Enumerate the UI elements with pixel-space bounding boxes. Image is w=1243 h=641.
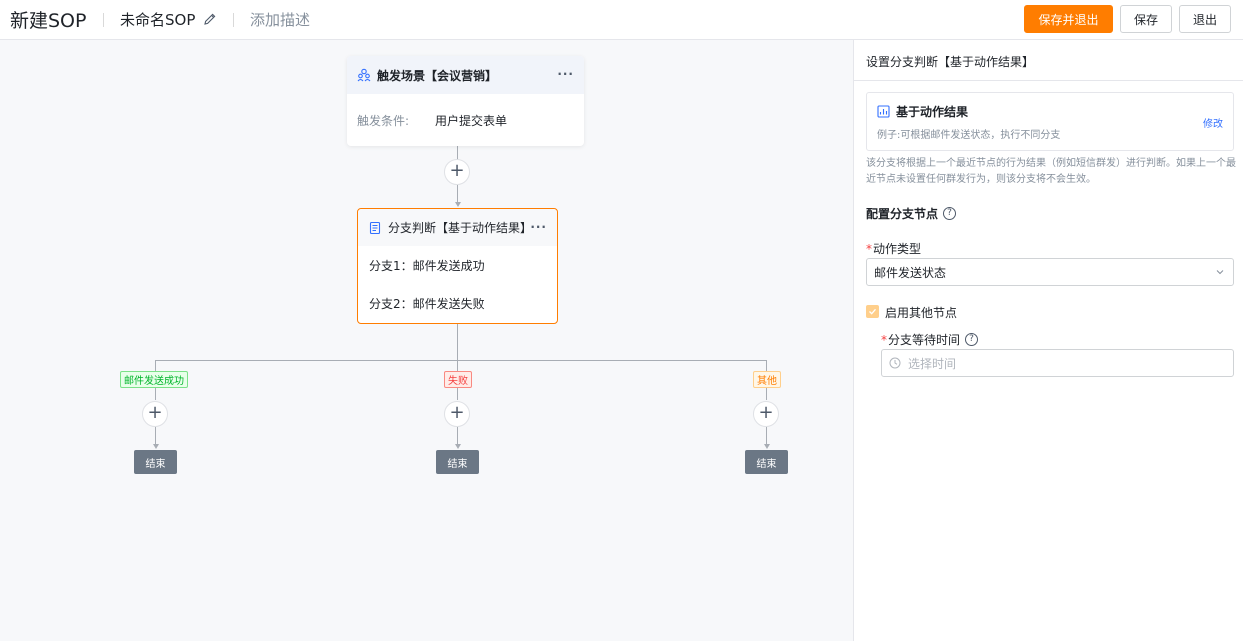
branch-node[interactable]: 分支判断【基于动作结果】 ··· 分支1：邮件发送成功 分支2：邮件发送失败 xyxy=(357,208,558,324)
branch-node-header: 分支判断【基于动作结果】 ··· xyxy=(358,209,557,246)
required-asterisk: * xyxy=(881,332,887,347)
action-type-label-text: 动作类型 xyxy=(873,242,922,256)
wait-time-label: * 分支等待时间 ? xyxy=(881,331,979,348)
branch-tag-success: 邮件发送成功 xyxy=(120,371,188,388)
save-and-exit-button[interactable]: 保存并退出 xyxy=(1024,5,1113,33)
plus-icon: + xyxy=(449,402,465,423)
card-subtitle: 例子:可根据邮件发送状态，执行不同分支 xyxy=(877,130,1061,141)
divider xyxy=(854,80,1243,81)
card-title: 基于动作结果 xyxy=(896,105,969,119)
plus-icon: + xyxy=(449,160,465,181)
section-title: 配置分支节点 ? xyxy=(866,205,957,222)
enable-other-checkbox[interactable] xyxy=(866,305,879,318)
panel-title: 设置分支判断【基于动作结果】 xyxy=(866,55,1035,69)
check-icon xyxy=(869,308,876,315)
plus-icon: + xyxy=(758,402,774,423)
help-icon[interactable]: ? xyxy=(965,333,979,346)
wait-time-placeholder: 选择时间 xyxy=(908,356,957,371)
sop-name[interactable]: 未命名SOP xyxy=(120,9,195,30)
exit-button[interactable]: 退出 xyxy=(1179,5,1231,33)
end-node[interactable]: 结束 xyxy=(436,450,479,474)
add-node-button[interactable]: + xyxy=(444,401,470,427)
branch-type-card: 基于动作结果 例子:可根据邮件发送状态，执行不同分支 修改 xyxy=(866,92,1234,151)
page-title: 新建SOP xyxy=(10,10,87,32)
connector-line xyxy=(155,360,767,361)
section-title-text: 配置分支节点 xyxy=(866,207,939,221)
connector-line xyxy=(155,427,156,445)
trigger-condition-value: 用户提交表单 xyxy=(435,113,508,128)
document-icon xyxy=(369,221,381,234)
modify-link[interactable]: 修改 xyxy=(1203,115,1223,130)
wait-time-label-text: 分支等待时间 xyxy=(888,333,961,347)
save-button[interactable]: 保存 xyxy=(1120,5,1172,33)
trigger-condition-label: 触发条件: xyxy=(357,113,410,128)
more-icon[interactable]: ··· xyxy=(530,220,547,234)
add-description-link[interactable]: 添加描述 xyxy=(250,9,310,30)
trigger-node-body: 触发条件: 用户提交表单 xyxy=(347,94,584,146)
branch-tag-failure: 失败 xyxy=(444,371,472,388)
divider xyxy=(103,13,104,27)
action-type-label: *动作类型 xyxy=(866,240,921,257)
branch-item: 分支1：邮件发送成功 xyxy=(369,258,485,273)
chevron-down-icon xyxy=(1216,270,1224,275)
action-type-select[interactable]: 邮件发送状态 xyxy=(866,258,1234,286)
branch-tag-other: 其他 xyxy=(753,371,781,388)
arrow-down-icon xyxy=(764,444,770,449)
connector-line xyxy=(457,185,458,203)
trigger-node[interactable]: 触发场景【会议营销】 ··· 触发条件: 用户提交表单 xyxy=(347,56,584,146)
top-bar: 新建SOP 未命名SOP 添加描述 保存并退出 保存 退出 xyxy=(0,0,1243,40)
divider xyxy=(233,13,234,27)
branch-item: 分支2：邮件发送失败 xyxy=(369,296,485,311)
users-icon xyxy=(357,68,371,82)
more-icon[interactable]: ··· xyxy=(557,67,574,81)
hint-text: 该分支将根据上一个最近节点的行为结果（例如短信群发）进行判断。如果上一个最近节点… xyxy=(866,158,1236,185)
branch-node-title: 分支判断【基于动作结果】 xyxy=(388,221,533,235)
trigger-node-title: 触发场景【会议营销】 xyxy=(377,68,498,83)
enable-other-label[interactable]: 启用其他节点 xyxy=(885,304,957,321)
action-type-value: 邮件发送状态 xyxy=(874,265,947,280)
settings-panel: 设置分支判断【基于动作结果】 基于动作结果 例子:可根据邮件发送状态，执行不同分… xyxy=(853,40,1243,641)
connector-line xyxy=(457,427,458,445)
flow-canvas[interactable]: 触发场景【会议营销】 ··· 触发条件: 用户提交表单 + 分支判断【基于动作结… xyxy=(0,40,853,641)
chart-box-icon xyxy=(877,105,890,118)
add-node-button[interactable]: + xyxy=(142,401,168,427)
connector-line xyxy=(766,427,767,445)
arrow-down-icon xyxy=(153,444,159,449)
add-node-button[interactable]: + xyxy=(444,159,470,185)
end-node[interactable]: 结束 xyxy=(745,450,788,474)
end-node[interactable]: 结束 xyxy=(134,450,177,474)
add-node-button[interactable]: + xyxy=(753,401,779,427)
plus-icon: + xyxy=(147,402,163,423)
arrow-down-icon xyxy=(455,444,461,449)
edit-pencil-icon[interactable] xyxy=(203,12,217,26)
trigger-node-header: 触发场景【会议营销】 ··· xyxy=(347,56,584,94)
wait-time-input[interactable]: 选择时间 xyxy=(881,349,1234,377)
help-icon[interactable]: ? xyxy=(943,207,957,220)
connector-line xyxy=(457,324,458,360)
clock-icon xyxy=(889,357,901,369)
required-asterisk: * xyxy=(866,242,872,256)
arrow-down-icon xyxy=(455,202,461,207)
